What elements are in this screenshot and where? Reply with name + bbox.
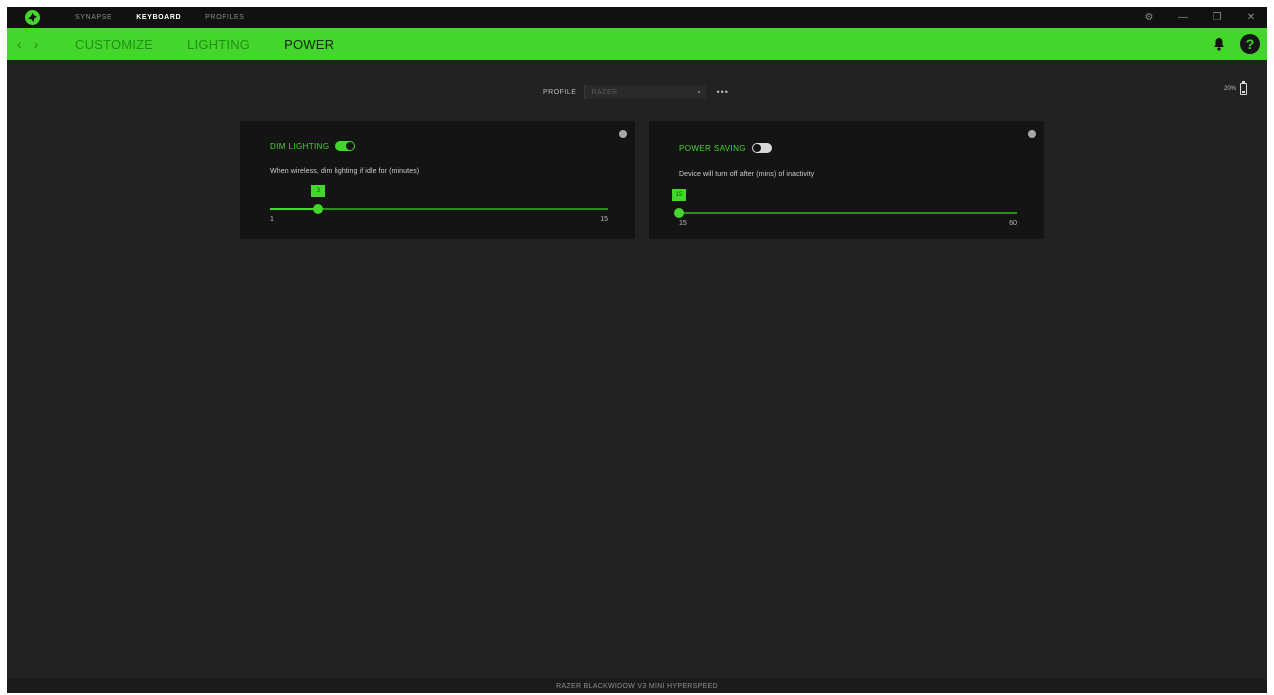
battery-status: 20% bbox=[1223, 81, 1247, 95]
dim-lighting-title: DIM LIGHTING bbox=[270, 141, 330, 151]
battery-percent: 20% bbox=[1223, 86, 1236, 92]
tab-power[interactable]: POWER bbox=[284, 37, 334, 52]
dim-lighting-value-badge: 3 bbox=[311, 185, 326, 197]
profile-row: PROFILE RAZER ▾ ••• bbox=[543, 85, 729, 99]
info-icon[interactable] bbox=[619, 130, 627, 138]
bell-icon[interactable] bbox=[1213, 37, 1225, 51]
chevron-down-icon: ▾ bbox=[697, 89, 701, 96]
slider-max-label: 60 bbox=[1009, 220, 1017, 227]
tab-customize[interactable]: CUSTOMIZE bbox=[75, 37, 153, 52]
power-saving-slider[interactable]: 15 15 60 bbox=[672, 189, 1017, 229]
dim-lighting-toggle[interactable] bbox=[335, 141, 356, 151]
power-saving-description: Device will turn off after (mins) of ina… bbox=[679, 171, 815, 178]
slider-min-label: 15 bbox=[679, 220, 687, 227]
slider-thumb[interactable] bbox=[313, 204, 324, 214]
power-saving-card: POWER SAVING Device will turn off after … bbox=[649, 121, 1044, 239]
dim-lighting-slider[interactable]: 3 1 15 bbox=[270, 185, 608, 225]
window-controls: ⚙ — ❐ ✕ bbox=[1143, 7, 1257, 28]
more-icon[interactable]: ••• bbox=[716, 87, 728, 97]
history-arrows: ‹ › bbox=[17, 28, 38, 60]
power-saving-toggle[interactable] bbox=[751, 143, 772, 153]
device-name: RAZER BLACKWIDOW V3 MINI HYPERSPEED bbox=[556, 682, 718, 690]
dim-lighting-card: DIM LIGHTING When wireless, dim lighting… bbox=[240, 121, 635, 239]
help-icon[interactable]: ? bbox=[1240, 34, 1260, 54]
settings-icon[interactable]: ⚙ bbox=[1143, 12, 1155, 23]
razer-logo-icon[interactable] bbox=[25, 10, 40, 25]
info-icon[interactable] bbox=[1028, 130, 1036, 138]
slider-min-label: 1 bbox=[270, 216, 274, 223]
topnav-keyboard[interactable]: KEYBOARD bbox=[136, 14, 181, 21]
top-nav: SYNAPSE KEYBOARD PROFILES bbox=[75, 7, 245, 28]
title-bar: SYNAPSE KEYBOARD PROFILES ⚙ — ❐ ✕ bbox=[7, 7, 1267, 28]
slider-track[interactable] bbox=[679, 212, 1017, 214]
topnav-profiles[interactable]: PROFILES bbox=[205, 14, 244, 21]
slider-thumb[interactable] bbox=[674, 208, 684, 218]
sub-tabs: CUSTOMIZE LIGHTING POWER bbox=[75, 28, 334, 60]
battery-icon bbox=[1240, 81, 1247, 95]
topnav-synapse[interactable]: SYNAPSE bbox=[75, 14, 112, 21]
tab-lighting[interactable]: LIGHTING bbox=[187, 37, 250, 52]
dim-lighting-header: DIM LIGHTING bbox=[270, 141, 356, 151]
device-footer: RAZER BLACKWIDOW V3 MINI HYPERSPEED bbox=[7, 679, 1267, 693]
close-button[interactable]: ✕ bbox=[1245, 12, 1257, 23]
sub-nav-bar: ‹ › CUSTOMIZE LIGHTING POWER ? bbox=[7, 28, 1267, 60]
app-window: SYNAPSE KEYBOARD PROFILES ⚙ — ❐ ✕ ‹ › CU… bbox=[7, 7, 1267, 693]
power-saving-value-badge: 15 bbox=[672, 189, 686, 201]
slider-max-label: 15 bbox=[600, 216, 608, 223]
profile-dropdown-value: RAZER bbox=[591, 88, 618, 96]
profile-dropdown[interactable]: RAZER ▾ bbox=[584, 85, 707, 99]
minimize-button[interactable]: — bbox=[1177, 12, 1189, 23]
power-saving-title: POWER SAVING bbox=[679, 143, 746, 153]
power-saving-header: POWER SAVING bbox=[679, 143, 772, 153]
profile-label: PROFILE bbox=[543, 88, 577, 96]
dim-lighting-description: When wireless, dim lighting if idle for … bbox=[270, 168, 420, 175]
maximize-button[interactable]: ❐ bbox=[1211, 12, 1223, 23]
back-arrow-icon[interactable]: ‹ bbox=[17, 36, 22, 52]
forward-arrow-icon[interactable]: › bbox=[34, 36, 39, 52]
